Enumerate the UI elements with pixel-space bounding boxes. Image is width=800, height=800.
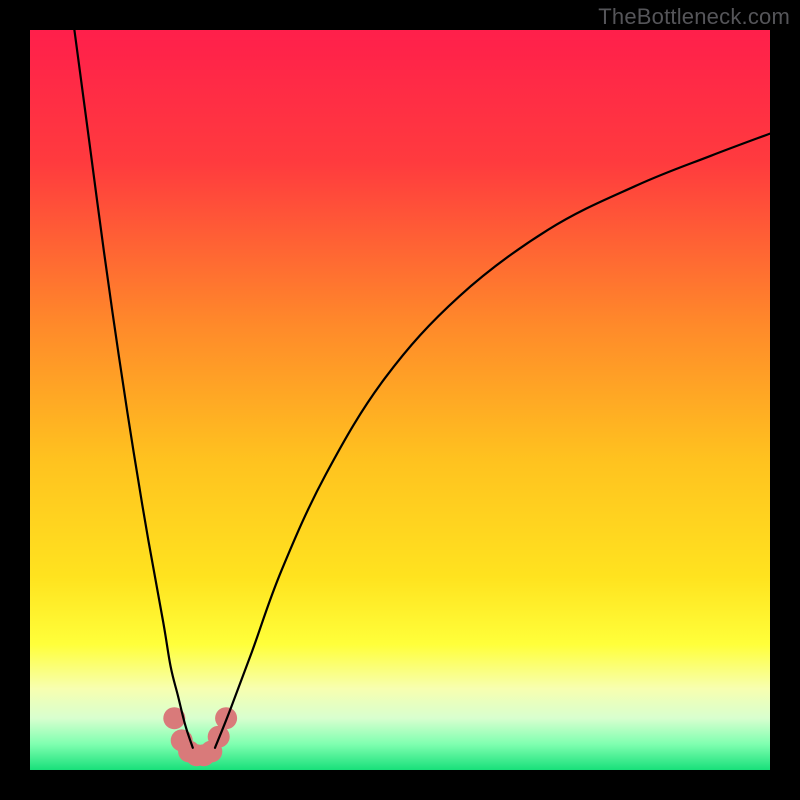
bottleneck-chart	[0, 0, 800, 800]
chart-container: TheBottleneck.com	[0, 0, 800, 800]
watermark-text: TheBottleneck.com	[598, 4, 790, 30]
chart-gradient-area	[30, 30, 770, 770]
